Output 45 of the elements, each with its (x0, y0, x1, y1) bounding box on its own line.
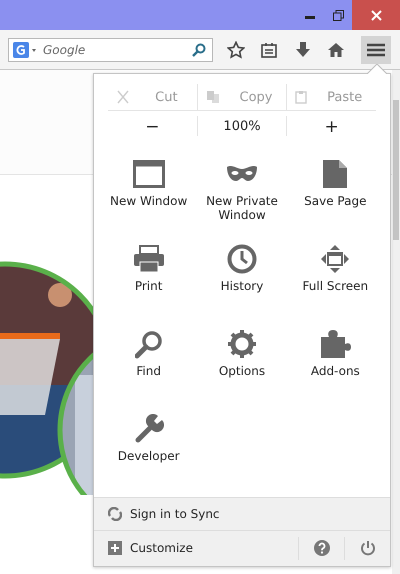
wrench-icon (134, 414, 164, 444)
menu-item[interactable]: Print (102, 242, 196, 328)
menu-icon (367, 42, 385, 56)
home-icon[interactable] (327, 42, 345, 58)
puzzle-icon (319, 329, 352, 360)
download-icon[interactable] (295, 40, 311, 58)
menu-item[interactable]: Full Screen (288, 242, 382, 328)
search-input[interactable]: Google (41, 42, 188, 58)
window-icon (132, 159, 165, 190)
copy-icon (206, 90, 220, 104)
search-icon[interactable] (192, 42, 206, 56)
plus-icon (108, 541, 122, 556)
menu-item[interactable]: History (195, 242, 289, 328)
reading-list-icon[interactable] (261, 42, 277, 58)
search-engine-icon[interactable] (13, 42, 37, 58)
scrollbar[interactable] (392, 70, 400, 574)
close-icon (370, 10, 382, 20)
printer-icon (132, 244, 165, 274)
help-icon (314, 540, 330, 556)
scrollbar-thumb[interactable] (393, 100, 399, 240)
sync-icon (108, 506, 122, 521)
scissors-icon (116, 90, 130, 104)
restore-icon (332, 10, 344, 20)
menu-item[interactable]: Find (102, 327, 196, 412)
zoom-in-button[interactable]: + (286, 116, 376, 136)
close-button[interactable] (352, 0, 400, 30)
zoom-out-button[interactable]: − (108, 116, 197, 136)
menu-button[interactable] (361, 36, 391, 64)
clipboard-icon (295, 90, 308, 104)
menu-item[interactable]: Save Page (288, 157, 382, 242)
menu-item[interactable]: Developer (102, 412, 196, 498)
page-icon (322, 159, 348, 190)
clock-icon (226, 244, 257, 274)
zoom-reset-button[interactable]: 100% (196, 116, 286, 136)
menu-item[interactable]: New Window (102, 157, 196, 242)
menu-item[interactable]: Options (195, 327, 289, 412)
sync-button[interactable]: Sign in to Sync (94, 497, 390, 530)
gear-icon (228, 329, 256, 360)
magnifier-icon (134, 329, 163, 360)
power-icon (360, 540, 376, 556)
fullscreen-icon (320, 244, 350, 274)
search-field[interactable]: Google (8, 38, 213, 62)
menu-item[interactable]: New Private Window (195, 157, 289, 242)
star-icon[interactable] (227, 40, 245, 58)
menu-item[interactable]: Add-ons (288, 327, 382, 412)
